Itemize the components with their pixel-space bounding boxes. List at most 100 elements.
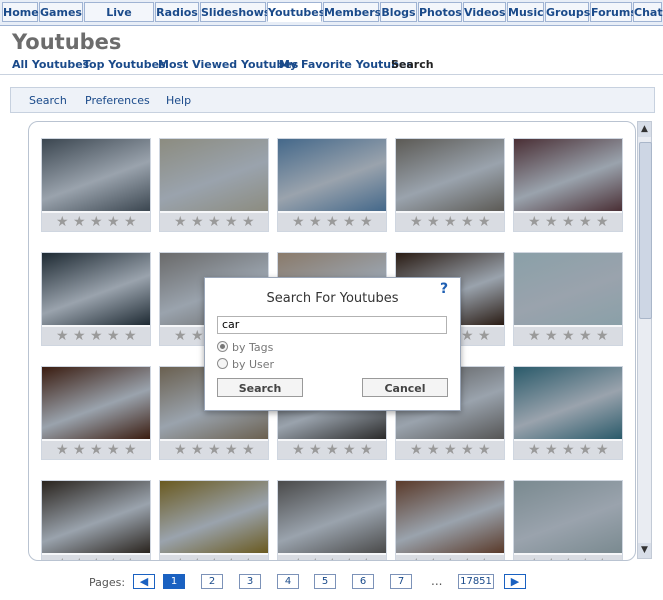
star-icon[interactable]: ★ <box>562 442 575 458</box>
subnav-most-viewed[interactable]: Most Viewed Youtubes <box>158 58 298 71</box>
video-thumbnail-image[interactable] <box>42 481 150 553</box>
star-icon[interactable]: ★ <box>73 328 86 344</box>
tab-groups[interactable]: Groups <box>545 2 590 22</box>
star-rating[interactable]: ★★★★★ <box>160 441 268 459</box>
star-icon[interactable]: ★ <box>478 442 491 458</box>
star-icon[interactable]: ★ <box>478 214 491 230</box>
star-rating[interactable]: ★★★★★ <box>278 441 386 459</box>
star-icon[interactable]: ★ <box>242 556 255 560</box>
video-thumbnail[interactable]: ★★★★★ <box>41 252 151 346</box>
star-rating[interactable]: ★★★★★ <box>42 327 150 345</box>
video-thumbnail[interactable]: ★★★★★ <box>513 252 623 346</box>
video-thumbnail[interactable]: ★★★★★ <box>513 366 623 460</box>
star-icon[interactable]: ★ <box>225 442 238 458</box>
star-icon[interactable]: ★ <box>191 556 204 560</box>
star-icon[interactable]: ★ <box>545 328 558 344</box>
star-icon[interactable]: ★ <box>309 442 322 458</box>
toolbar-search[interactable]: Search <box>29 94 67 107</box>
tab-radios[interactable]: Radios <box>155 2 199 22</box>
star-rating[interactable]: ★★★★★ <box>278 213 386 231</box>
tab-music[interactable]: Music <box>507 2 544 22</box>
star-icon[interactable]: ★ <box>124 214 137 230</box>
tab-home[interactable]: Home <box>2 2 39 22</box>
help-icon[interactable]: ? <box>440 282 454 296</box>
scroll-up-icon[interactable]: ▲ <box>638 122 651 137</box>
star-rating[interactable]: ★★★★★ <box>42 441 150 459</box>
star-icon[interactable]: ★ <box>73 214 86 230</box>
star-icon[interactable]: ★ <box>174 442 187 458</box>
star-icon[interactable]: ★ <box>579 328 592 344</box>
last-page-button[interactable]: 17851 <box>458 574 494 589</box>
page-3-button[interactable]: 3 <box>239 574 261 589</box>
star-icon[interactable]: ★ <box>56 328 69 344</box>
star-icon[interactable]: ★ <box>461 556 474 560</box>
star-icon[interactable]: ★ <box>596 442 609 458</box>
star-icon[interactable]: ★ <box>56 214 69 230</box>
star-icon[interactable]: ★ <box>343 442 356 458</box>
scrollbar-thumb[interactable] <box>639 142 652 319</box>
tab-forums[interactable]: Forums <box>590 2 637 22</box>
star-icon[interactable]: ★ <box>545 442 558 458</box>
toolbar-preferences[interactable]: Preferences <box>85 94 150 107</box>
star-icon[interactable]: ★ <box>107 556 120 560</box>
star-icon[interactable]: ★ <box>326 556 339 560</box>
star-icon[interactable]: ★ <box>107 328 120 344</box>
star-rating[interactable]: ★★★★★ <box>42 213 150 231</box>
video-thumbnail-image[interactable] <box>278 139 386 211</box>
tab-videos[interactable]: Videos <box>463 2 506 22</box>
video-thumbnail-image[interactable] <box>42 253 150 325</box>
subnav-all-youtubes[interactable]: All Youtubes <box>12 58 89 71</box>
star-icon[interactable]: ★ <box>292 442 305 458</box>
search-input[interactable]: car <box>217 316 447 334</box>
star-icon[interactable]: ★ <box>292 556 305 560</box>
star-icon[interactable]: ★ <box>444 214 457 230</box>
star-icon[interactable]: ★ <box>410 556 423 560</box>
star-icon[interactable]: ★ <box>292 214 305 230</box>
star-rating[interactable]: ★★★★★ <box>42 555 150 560</box>
star-icon[interactable]: ★ <box>360 214 373 230</box>
star-icon[interactable]: ★ <box>191 328 204 344</box>
page-7-button[interactable]: 7 <box>390 574 412 589</box>
star-icon[interactable]: ★ <box>528 556 541 560</box>
video-thumbnail-image[interactable] <box>42 139 150 211</box>
star-rating[interactable]: ★★★★★ <box>278 555 386 560</box>
video-thumbnail-image[interactable] <box>514 481 622 553</box>
subnav-top-youtubes[interactable]: Top Youtubes <box>83 58 166 71</box>
star-icon[interactable]: ★ <box>579 214 592 230</box>
video-thumbnail-image[interactable] <box>396 481 504 553</box>
star-icon[interactable]: ★ <box>444 442 457 458</box>
page-5-button[interactable]: 5 <box>314 574 336 589</box>
star-icon[interactable]: ★ <box>124 442 137 458</box>
star-icon[interactable]: ★ <box>191 214 204 230</box>
star-icon[interactable]: ★ <box>174 328 187 344</box>
star-icon[interactable]: ★ <box>124 556 137 560</box>
star-icon[interactable]: ★ <box>360 442 373 458</box>
radio-by-tags[interactable] <box>217 341 228 352</box>
star-icon[interactable]: ★ <box>174 556 187 560</box>
star-icon[interactable]: ★ <box>579 442 592 458</box>
star-icon[interactable]: ★ <box>56 556 69 560</box>
star-rating[interactable]: ★★★★★ <box>160 213 268 231</box>
star-icon[interactable]: ★ <box>242 214 255 230</box>
star-icon[interactable]: ★ <box>528 328 541 344</box>
video-thumbnail[interactable]: ★★★★★ <box>159 480 269 560</box>
option-by-tags[interactable]: by Tags <box>217 341 273 354</box>
video-thumbnail-image[interactable] <box>514 139 622 211</box>
tab-members[interactable]: Members <box>323 2 381 22</box>
star-icon[interactable]: ★ <box>596 556 609 560</box>
option-by-user[interactable]: by User <box>217 358 274 371</box>
video-thumbnail-image[interactable] <box>278 481 386 553</box>
star-icon[interactable]: ★ <box>208 214 221 230</box>
video-thumbnail-image[interactable] <box>514 253 622 325</box>
star-icon[interactable]: ★ <box>107 442 120 458</box>
tab-chat[interactable]: Chat <box>633 2 663 22</box>
gallery-scrollbar[interactable]: ▲ ▼ <box>637 121 652 559</box>
star-icon[interactable]: ★ <box>73 556 86 560</box>
star-rating[interactable]: ★★★★★ <box>160 555 268 560</box>
star-rating[interactable]: ★★★★★ <box>514 441 622 459</box>
star-icon[interactable]: ★ <box>309 214 322 230</box>
star-rating[interactable]: ★★★★★ <box>514 327 622 345</box>
star-icon[interactable]: ★ <box>90 214 103 230</box>
star-rating[interactable]: ★★★★★ <box>396 555 504 560</box>
star-icon[interactable]: ★ <box>225 556 238 560</box>
